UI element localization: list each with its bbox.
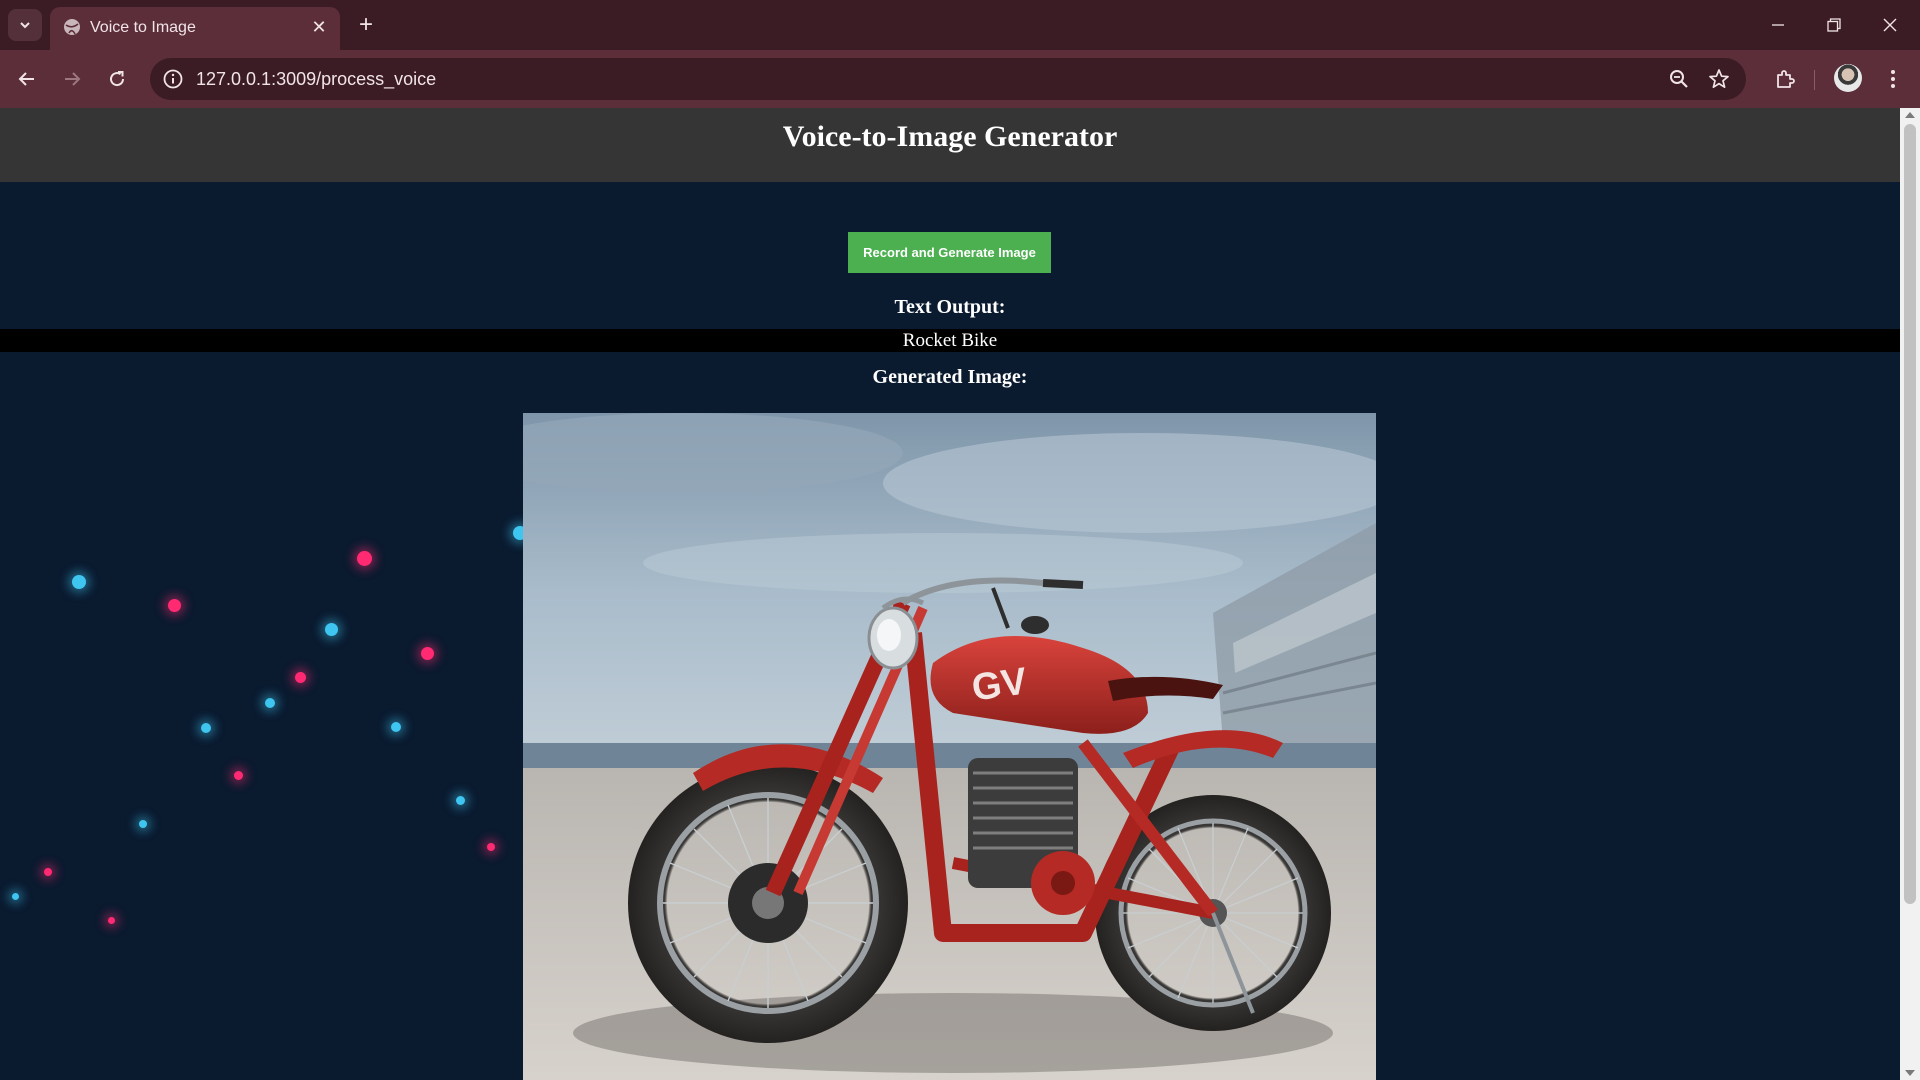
toolbar-separator <box>1814 70 1815 90</box>
scrollbar-thumb[interactable] <box>1904 124 1916 904</box>
page-title: Voice-to-Image Generator <box>782 120 1118 153</box>
window-close-icon[interactable] <box>1862 0 1918 50</box>
particle-dot <box>234 771 243 780</box>
particle-dot <box>265 698 275 708</box>
tab-search-icon[interactable] <box>8 9 42 41</box>
particle-dot <box>12 893 19 900</box>
particle-dot <box>139 820 147 828</box>
generated-image-heading: Generated Image: <box>872 366 1028 388</box>
profile-avatar[interactable] <box>1834 64 1862 92</box>
url-text[interactable]: 127.0.0.1:3009/process_voice <box>196 69 436 90</box>
browser-tab[interactable]: Voice to Image ✕ <box>50 7 340 50</box>
particle-dot <box>201 723 211 733</box>
particle-dot <box>456 796 465 805</box>
browser-tab-bar: Voice to Image ✕ + <box>0 0 1920 50</box>
particle-dot <box>325 623 338 636</box>
tab-title: Voice to Image <box>90 19 196 36</box>
text-output-box: Rocket Bike <box>0 329 1900 352</box>
particle-dot <box>487 843 495 851</box>
globe-icon <box>62 17 82 37</box>
generated-image: GV <box>523 413 1376 1080</box>
particle-dot <box>357 551 372 566</box>
particle-dot <box>421 647 434 660</box>
text-output-value: Rocket Bike <box>902 330 998 351</box>
extensions-icon[interactable] <box>1768 62 1802 96</box>
restore-icon[interactable] <box>1806 0 1862 50</box>
back-icon[interactable] <box>10 62 44 96</box>
info-icon[interactable] <box>162 68 184 90</box>
address-bar[interactable]: 127.0.0.1:3009/process_voice <box>150 58 1746 100</box>
browser-toolbar: 127.0.0.1:3009/process_voice <box>0 50 1920 108</box>
page-scrollbar[interactable] <box>1900 108 1920 1080</box>
particle-dot <box>108 917 115 924</box>
scroll-up-arrow-icon[interactable] <box>1905 112 1915 118</box>
particle-dot <box>72 575 86 589</box>
text-output-heading: Text Output: <box>894 296 1006 318</box>
close-icon[interactable]: ✕ <box>308 16 330 38</box>
plus-icon[interactable]: + <box>352 11 380 39</box>
page-viewport: Voice-to-Image Generator Record and Gene… <box>0 108 1900 1080</box>
record-generate-button[interactable]: Record and Generate Image <box>848 232 1051 273</box>
forward-icon[interactable] <box>55 62 89 96</box>
particle-dot <box>391 722 401 732</box>
particle-dot <box>295 672 306 683</box>
minimize-icon[interactable] <box>1750 0 1806 50</box>
more-menu-icon[interactable] <box>1876 62 1910 96</box>
particle-dot <box>44 868 52 876</box>
particle-dot <box>168 599 181 612</box>
scroll-down-arrow-icon[interactable] <box>1905 1070 1915 1076</box>
page-header: Voice-to-Image Generator <box>0 108 1900 182</box>
star-icon[interactable] <box>1708 68 1730 90</box>
svg-text:GV: GV <box>969 660 1030 709</box>
reload-icon[interactable] <box>100 62 134 96</box>
zoom-icon[interactable] <box>1668 68 1690 90</box>
